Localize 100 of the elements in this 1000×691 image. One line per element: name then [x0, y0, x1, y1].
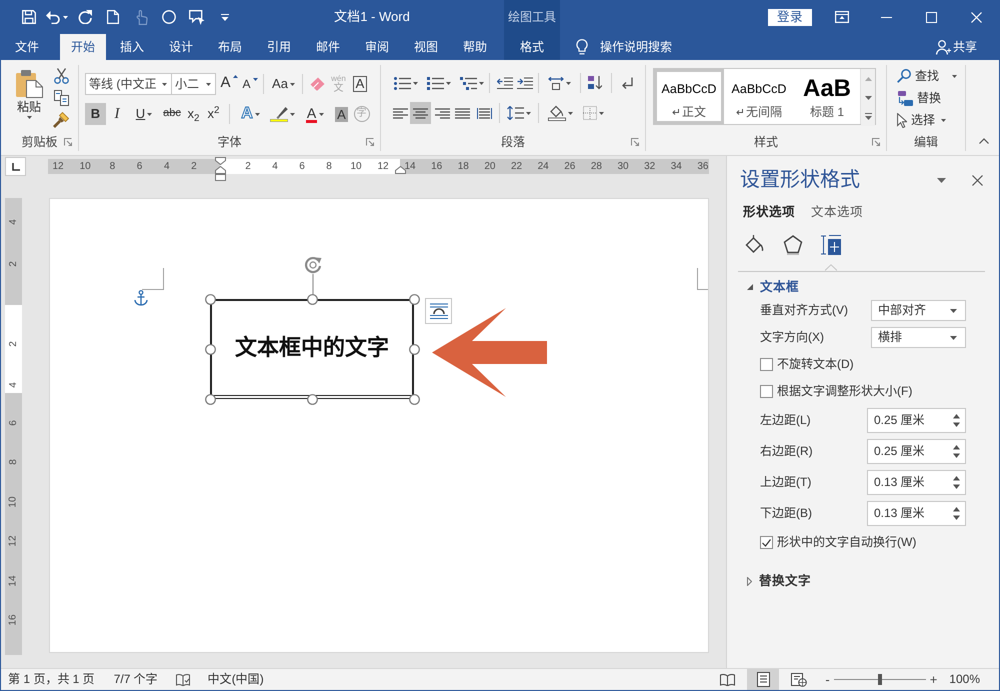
more-icon[interactable]: [864, 113, 872, 120]
resize-handle[interactable]: [408, 394, 420, 404]
save-icon: [22, 10, 36, 24]
pane-close-button[interactable]: [972, 174, 983, 186]
ribbon-tab[interactable]: 引用: [256, 34, 302, 60]
resize-handle[interactable]: [408, 344, 420, 354]
font-size-field[interactable]: 小二: [171, 73, 216, 95]
print-layout-button[interactable]: [747, 669, 780, 690]
share-button[interactable]: 共享: [936, 34, 977, 60]
ruler-number: 18: [458, 160, 469, 172]
slider-thumb[interactable]: [878, 674, 882, 685]
change-case-button[interactable]: Aa: [269, 73, 298, 95]
shrink-font-button[interactable]: A: [241, 73, 259, 95]
spinner-field[interactable]: 0.25 厘米: [867, 408, 966, 433]
superscript-button[interactable]: x$^{2}$: [204, 103, 223, 125]
dropdown-field[interactable]: 中部对齐: [871, 300, 966, 321]
left-indent-marker[interactable]: [215, 174, 226, 181]
ruler-number: 2: [8, 261, 18, 267]
ruler-number: 2: [245, 160, 251, 172]
resize-handle[interactable]: [204, 394, 216, 404]
resize-handle[interactable]: [408, 294, 420, 304]
ruler-number: 10: [350, 160, 362, 172]
resize-handle[interactable]: [204, 344, 216, 354]
dialog-launcher-icon[interactable]: [366, 138, 374, 146]
pane-tab[interactable]: 文本选项: [811, 204, 863, 220]
italic-button[interactable]: I: [107, 103, 127, 125]
distributed-icon: [476, 108, 492, 118]
subscript-button[interactable]: x$_{2}$: [184, 103, 203, 125]
paste-button[interactable]: 粘贴: [10, 65, 48, 133]
zoom-in-button[interactable]: +: [930, 672, 938, 686]
tab-selector[interactable]: [5, 157, 26, 176]
select-button[interactable]: 选择: [897, 109, 946, 131]
scroll-down-icon[interactable]: [864, 96, 872, 100]
sign-in-button[interactable]: 登录: [768, 8, 812, 26]
grow-font-button[interactable]: A: [220, 73, 238, 95]
pane-options-button[interactable]: [937, 178, 946, 182]
replace-button[interactable]: 替换: [897, 87, 941, 109]
ribbon-tab[interactable]: 邮件: [305, 34, 351, 60]
format-painter-button[interactable]: [51, 109, 71, 131]
spinner-field[interactable]: 0.13 厘米: [867, 470, 966, 495]
group-label: 样式: [754, 134, 778, 150]
strikethrough-button[interactable]: abc: [162, 103, 182, 125]
borders-icon: [583, 106, 597, 120]
spin-arrows-icon[interactable]: [953, 506, 960, 521]
resize-handle[interactable]: [306, 294, 318, 304]
layout-options-button[interactable]: [425, 298, 452, 324]
spinner-field[interactable]: 0.25 厘米: [867, 439, 966, 464]
page-count: 第 1 页，共 1 页: [8, 672, 95, 687]
ribbon-tab[interactable]: 插入: [109, 34, 155, 60]
spin-arrows-icon[interactable]: [953, 444, 960, 459]
ruler-number: 6: [136, 160, 142, 172]
ribbon-tab[interactable]: 文件: [4, 34, 50, 60]
dialog-launcher-icon[interactable]: [64, 138, 72, 146]
highlighter-icon: [270, 106, 288, 122]
dialog-launcher-icon[interactable]: [872, 138, 880, 146]
collapse-ribbon-icon[interactable]: [979, 138, 989, 144]
center-button[interactable]: [410, 102, 431, 124]
pane-icon-tab[interactable]: [821, 232, 841, 258]
right-indent-marker[interactable]: [395, 166, 406, 174]
pane-tab[interactable]: 形状选项: [743, 204, 795, 220]
resize-handle[interactable]: [306, 394, 318, 404]
caret-icon: [941, 118, 946, 122]
bold-button[interactable]: B: [85, 103, 106, 125]
ribbon-tab[interactable]: 视图: [403, 34, 449, 60]
ribbon-tab[interactable]: 审阅: [354, 34, 400, 60]
spinner-field[interactable]: 0.13 厘米: [867, 501, 966, 526]
zoom-level[interactable]: 100%: [949, 672, 980, 687]
style-item[interactable]: AaBbCcD 正文: [654, 69, 724, 124]
ribbon-tab[interactable]: 设计: [158, 34, 204, 60]
tell-me-search[interactable]: 操作说明搜索: [576, 34, 672, 60]
font-name-field[interactable]: 等线 (中文正: [85, 73, 172, 95]
paint-bucket-icon: [745, 235, 765, 255]
ruler-number: 4: [164, 160, 170, 172]
ribbon-tab[interactable]: 帮助: [452, 34, 498, 60]
ribbon-tab[interactable]: 开始: [60, 34, 106, 60]
book-check-icon[interactable]: [176, 674, 190, 686]
spin-arrows-icon[interactable]: [953, 475, 960, 490]
dropdown-field[interactable]: 横排: [871, 327, 966, 348]
section-header[interactable]: 文本框: [727, 280, 805, 294]
checkbox[interactable]: [760, 358, 773, 371]
dialog-launcher-icon[interactable]: [631, 138, 639, 146]
spin-arrows-icon[interactable]: [953, 413, 960, 428]
window-title: 文档1 - Word: [334, 9, 410, 25]
zoom-out-button[interactable]: -: [825, 672, 830, 686]
find-button[interactable]: 查找: [897, 65, 957, 87]
resize-handle[interactable]: [204, 294, 216, 304]
web-layout-icon: [791, 672, 808, 686]
ruler-number: 2: [8, 340, 18, 346]
underline-button[interactable]: U: [129, 103, 159, 125]
ribbon-tab[interactable]: 格式: [504, 34, 560, 60]
section-header[interactable]: 替换文字: [727, 574, 817, 588]
checkbox[interactable]: [760, 536, 773, 549]
font-color-button[interactable]: A: [300, 103, 330, 125]
minimize-icon: [881, 16, 892, 18]
speech-bubble-icon: [189, 10, 205, 24]
checkbox[interactable]: [760, 385, 773, 398]
copy-button[interactable]: [51, 87, 71, 109]
hanging-indent-marker[interactable]: [215, 166, 226, 174]
ribbon-tab[interactable]: 布局: [207, 34, 253, 60]
character-border-button[interactable]: A: [351, 73, 369, 95]
